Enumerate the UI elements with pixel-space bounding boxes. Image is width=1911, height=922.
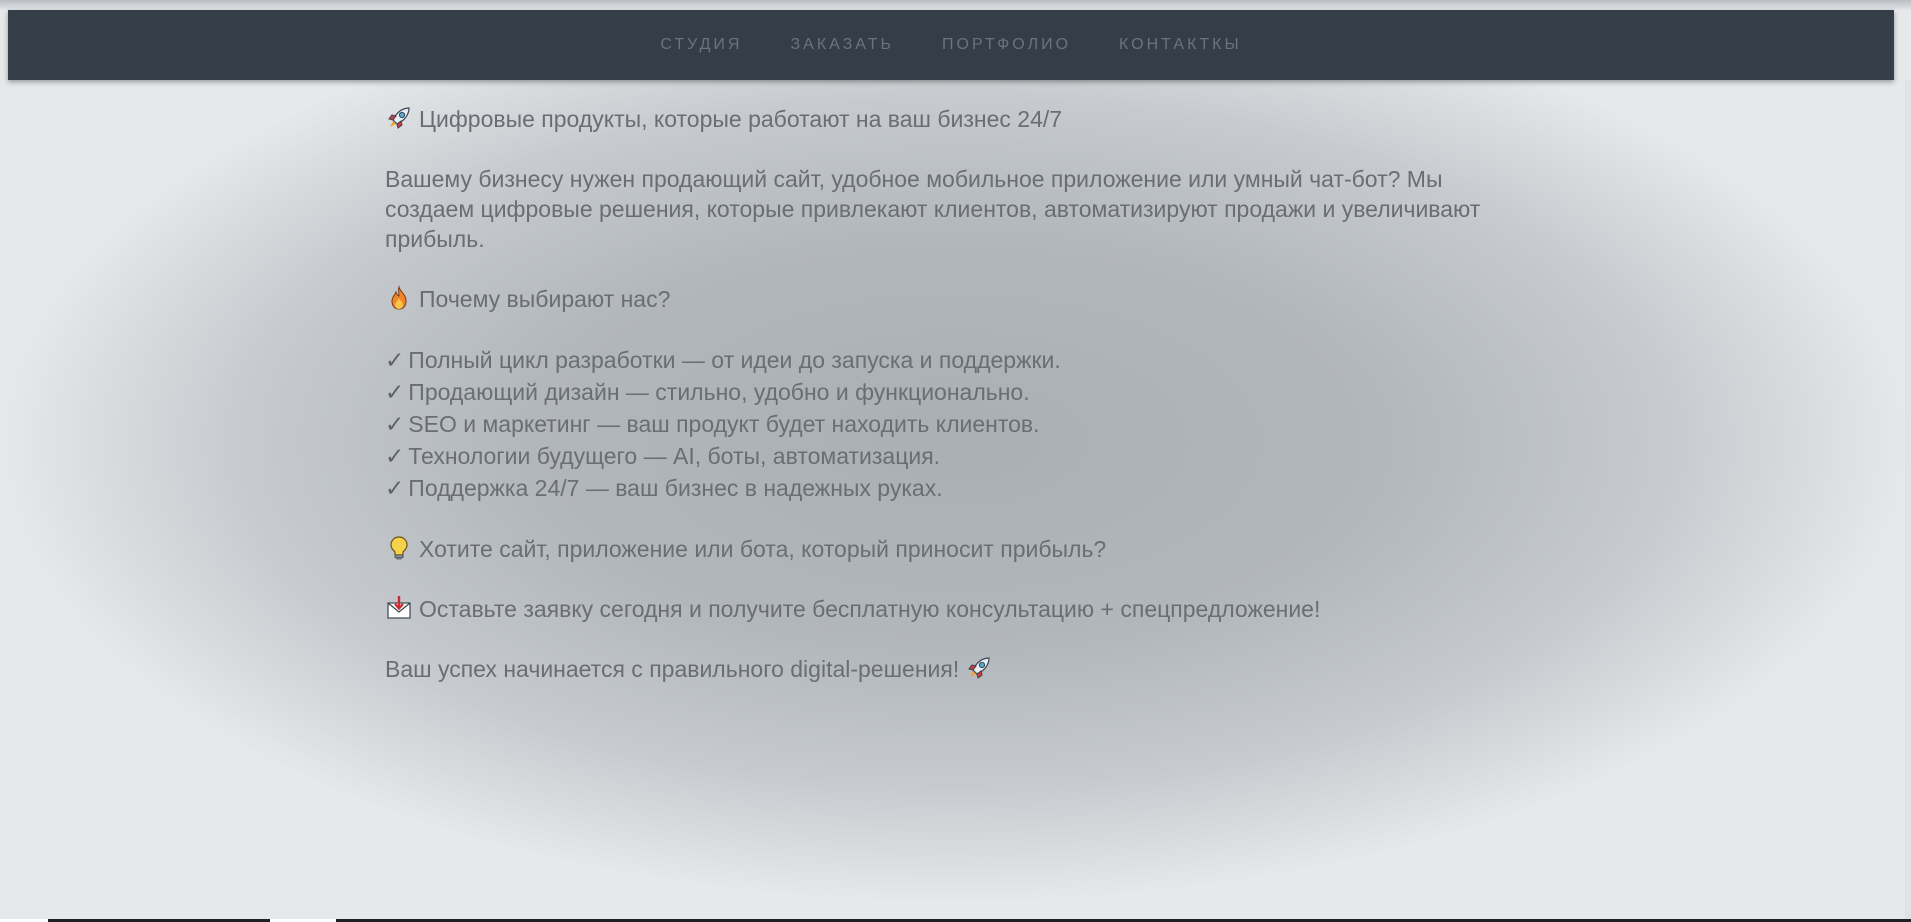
question-text: Хотите сайт, приложение или бота, которы… [419, 536, 1107, 562]
top-navbar: СТУДИЯ ЗАКАЗАТЬ ПОРТФОЛИО КОНТАКТКЫ [8, 10, 1894, 80]
nav-link-portfolio[interactable]: ПОРТФОЛИО [942, 36, 1071, 54]
checkmark-icon: ✓ [385, 411, 405, 437]
envelope-arrow-icon [385, 594, 413, 622]
rocket-icon [385, 104, 413, 132]
question-line: Хотите сайт, приложение или бота, которы… [385, 534, 1515, 564]
checkmark-icon: ✓ [385, 379, 405, 405]
benefit-text: Поддержка 24/7 — ваш бизнес в надежных р… [408, 475, 943, 501]
fire-icon [385, 284, 413, 312]
list-item: ✓ Продающий дизайн — стильно, удобно и фу… [385, 376, 1515, 408]
benefit-text: Продающий дизайн — стильно, удобно и фун… [408, 379, 1030, 405]
closing-text: Ваш успех начинается с правильного digit… [385, 656, 960, 682]
top-strip [0, 0, 1911, 10]
why-heading: Почему выбирают нас? [385, 284, 1515, 314]
intro-paragraph: Вашему бизнесу нужен продающий сайт, удо… [385, 166, 1481, 252]
checkmark-icon: ✓ [385, 475, 405, 501]
list-item: ✓ Поддержка 24/7 — ваш бизнес в надежных … [385, 472, 1515, 504]
nav-link-contacts[interactable]: КОНТАКТКЫ [1119, 36, 1242, 54]
closing-line: Ваш успех начинается с правильного digit… [385, 654, 1515, 684]
main-content: Цифровые продукты, которые работают на в… [385, 104, 1515, 714]
checkmark-icon: ✓ [385, 347, 405, 373]
list-item: ✓ Полный цикл разработки — от идеи до зап… [385, 344, 1515, 376]
list-item: ✓ SEO и маркетинг — ваш продукт будет нах… [385, 408, 1515, 440]
checkmark-icon: ✓ [385, 443, 405, 469]
list-item: ✓ Технологии будущего — AI, боты, автомат… [385, 440, 1515, 472]
headline: Цифровые продукты, которые работают на в… [385, 104, 1515, 134]
cta-text: Оставьте заявку сегодня и получите беспл… [419, 596, 1321, 622]
benefit-text: Полный цикл разработки — от идеи до запу… [408, 347, 1061, 373]
benefits-list: ✓ Полный цикл разработки — от идеи до зап… [385, 344, 1515, 504]
benefit-text: SEO и маркетинг — ваш продукт будет нахо… [408, 411, 1040, 437]
nav-link-studio[interactable]: СТУДИЯ [660, 36, 742, 54]
light-bulb-icon [385, 534, 413, 562]
benefit-text: Технологии будущего — AI, боты, автомати… [408, 443, 941, 469]
rocket-icon [965, 654, 993, 682]
headline-text: Цифровые продукты, которые работают на в… [419, 106, 1063, 132]
scrollbar[interactable] [1905, 80, 1911, 922]
why-heading-text: Почему выбирают нас? [419, 286, 671, 312]
nav-link-order[interactable]: ЗАКАЗАТЬ [790, 36, 894, 54]
cta-line: Оставьте заявку сегодня и получите беспл… [385, 594, 1515, 624]
